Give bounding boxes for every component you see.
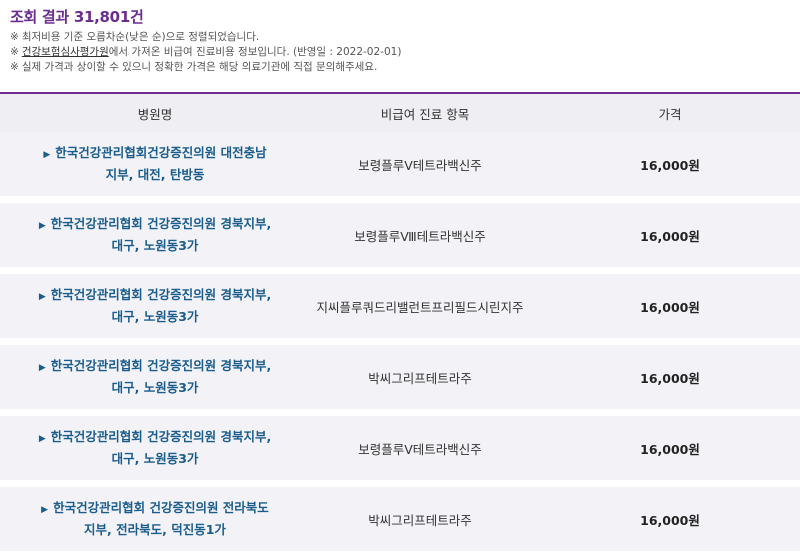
results-title: 조회 결과 31,801건 [10,6,790,27]
table-row: ▶ 한국건강관리협회 건강증진의원 전라북도 지부, 전라북도, 덕진동1가 박씨그… [0,487,800,551]
results-summary: 조회 결과 31,801건 ※ 최저비용 기준 오름차순(낮은 순)으로 정렬되었… [0,0,800,86]
hospital-name: 한국건강관리협회 건강증진의원 경북지부, 대구, 노원동3가 [50,216,272,253]
hospital-name-link[interactable]: ▶ 한국건강관리협회 건강증진의원 전라북도 지부, 전라북도, 덕진동1가 [41,498,269,540]
notice-sort: ※ 최저비용 기준 오름차순(낮은 순)으로 정렬되었습니다. [10,30,790,45]
price: 16,000원 [640,441,700,457]
hospital-name-cell: ▶ 한국건강관리협회 건강증진의원 경북지부, 대구, 노원동3가 [0,285,300,327]
triangle-right-icon: ▶ [38,292,46,302]
results-table: 병원명 비급여 진료 항목 가격 ▶ 한국건강관리협회건강증진의원 대전충남 지부… [0,92,800,551]
notice-disclaimer: ※ 실제 가격과 상이할 수 있으니 정확한 가격은 해당 의료기관에 직접 문의… [10,60,790,75]
triangle-right-icon: ▶ [38,221,46,231]
hospital-name-link[interactable]: ▶ 한국건강관리협회 건강증진의원 경북지부, 대구, 노원동3가 [39,214,271,256]
table-row: ▶ 한국건강관리협회 건강증진의원 경북지부, 대구, 노원동3가 보령플루Ⅴ테트라… [0,416,800,480]
triangle-right-icon: ▶ [38,363,46,373]
table-row: ▶ 한국건강관리협회 건강증진의원 경북지부, 대구, 노원동3가 지씨플루쿼드리밸… [0,274,800,338]
hospital-name-link[interactable]: ▶ 한국건강관리협회건강증진의원 대전충남 지부, 대전, 탄방동 [43,143,266,185]
header-price: 가격 [658,106,682,122]
price: 16,000원 [640,512,700,528]
treatment-item: 박씨그리프테트라주 [368,370,472,386]
header-treatment-item: 비급여 진료 항목 [380,106,470,122]
header-hospital-name: 병원명 [137,106,173,122]
notice-text: 최저비용 기준 오름차순(낮은 순)으로 정렬되었습니다. [21,31,260,43]
table-row: ▶ 한국건강관리협회 건강증진의원 경북지부, 대구, 노원동3가 보령플루Ⅷ테트라… [0,203,800,267]
hospital-name: 한국건강관리협회 건강증진의원 경북지부, 대구, 노원동3가 [50,287,272,324]
treatment-item: 보령플루Ⅴ테트라백신주 [358,157,482,173]
results-title-prefix: 조회 결과 [10,8,69,26]
price: 16,000원 [640,299,700,315]
hospital-name-cell: ▶ 한국건강관리협회 건강증진의원 경북지부, 대구, 노원동3가 [0,427,300,469]
hospital-name: 한국건강관리협회건강증진의원 대전충남 지부, 대전, 탄방동 [55,145,267,182]
table-row: ▶ 한국건강관리협회 건강증진의원 경북지부, 대구, 노원동3가 박씨그리프테트라… [0,345,800,409]
results-count: 31,801건 [73,8,144,26]
hospital-name: 한국건강관리협회 건강증진의원 경북지부, 대구, 노원동3가 [50,358,272,395]
treatment-item: 박씨그리프테트라주 [368,512,472,528]
triangle-right-icon: ▶ [43,150,51,160]
treatment-item: 지씨플루쿼드리밸런트프리필드시린지주 [316,299,524,315]
notice-mark: ※ [10,31,19,43]
hospital-name-link[interactable]: ▶ 한국건강관리협회 건강증진의원 경북지부, 대구, 노원동3가 [39,285,271,327]
hospital-name-cell: ▶ 한국건강관리협회 건강증진의원 경북지부, 대구, 노원동3가 [0,214,300,256]
treatment-item: 보령플루Ⅷ테트라백신주 [354,228,486,244]
treatment-item: 보령플루Ⅴ테트라백신주 [358,441,482,457]
notice-text: 실제 가격과 상이할 수 있으니 정확한 가격은 해당 의료기관에 직접 문의해… [21,61,378,73]
price: 16,000원 [640,370,700,386]
hospital-name: 한국건강관리협회 건강증진의원 경북지부, 대구, 노원동3가 [50,429,272,466]
notice-mark: ※ [10,61,19,73]
notice-text: 에서 가져온 비급여 진료비용 정보입니다. (반영일 : 2022-02-01… [108,46,402,58]
table-header: 병원명 비급여 진료 항목 가격 [0,92,800,132]
hira-link[interactable]: 건강보험심사평가원 [22,46,109,58]
hospital-name-link[interactable]: ▶ 한국건강관리협회 건강증진의원 경북지부, 대구, 노원동3가 [39,427,271,469]
price: 16,000원 [640,228,700,244]
hospital-name-cell: ▶ 한국건강관리협회 건강증진의원 경북지부, 대구, 노원동3가 [0,356,300,398]
table-body: ▶ 한국건강관리협회건강증진의원 대전충남 지부, 대전, 탄방동 보령플루Ⅴ테트라… [0,132,800,551]
triangle-right-icon: ▶ [41,505,49,515]
hospital-name-cell: ▶ 한국건강관리협회 건강증진의원 전라북도 지부, 전라북도, 덕진동1가 [0,498,300,540]
notice-source: ※ 건강보험심사평가원에서 가져온 비급여 진료비용 정보입니다. (반영일 : … [10,45,790,60]
hospital-name: 한국건강관리협회 건강증진의원 전라북도 지부, 전라북도, 덕진동1가 [53,500,269,537]
triangle-right-icon: ▶ [38,434,46,444]
hospital-name-link[interactable]: ▶ 한국건강관리협회 건강증진의원 경북지부, 대구, 노원동3가 [39,356,271,398]
notice-mark: ※ [10,46,19,58]
price: 16,000원 [640,157,700,173]
hospital-name-cell: ▶ 한국건강관리협회건강증진의원 대전충남 지부, 대전, 탄방동 [0,143,300,185]
table-row: ▶ 한국건강관리협회건강증진의원 대전충남 지부, 대전, 탄방동 보령플루Ⅴ테트라… [0,132,800,196]
